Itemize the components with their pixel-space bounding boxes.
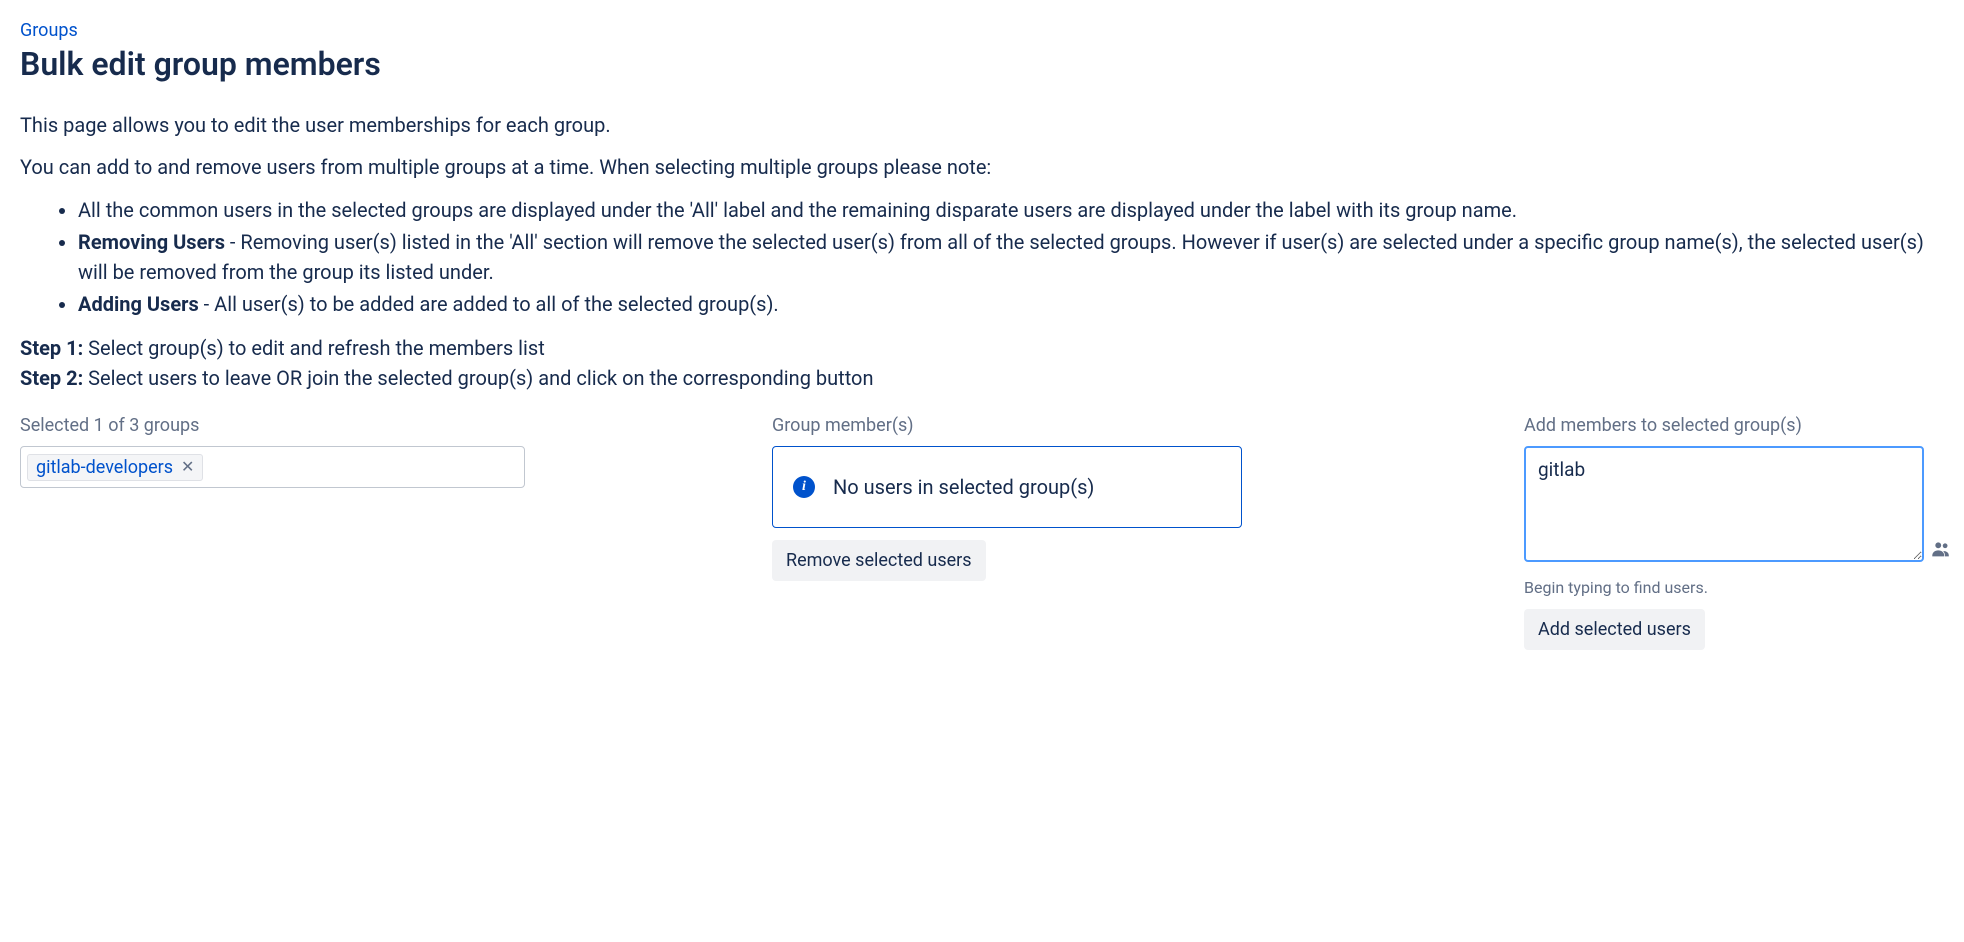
- intro-list: All the common users in the selected gro…: [78, 195, 1944, 319]
- intro-section: This page allows you to edit the user me…: [20, 111, 1944, 319]
- info-icon: i: [793, 476, 815, 498]
- removing-users-label: Removing Users: [78, 230, 225, 254]
- group-selector-column: Selected 1 of 3 groups gitlab-developers…: [20, 415, 732, 488]
- step-1-label: Step 1:: [20, 336, 83, 360]
- step-2-text: Select users to leave OR join the select…: [83, 366, 873, 390]
- intro-paragraph-1: This page allows you to edit the user me…: [20, 111, 1944, 139]
- page-title: Bulk edit group members: [20, 45, 1944, 83]
- remove-selected-users-button[interactable]: Remove selected users: [772, 540, 986, 581]
- intro-list-item-1: All the common users in the selected gro…: [78, 195, 1944, 225]
- intro-list-item-2: Removing Users - Removing user(s) listed…: [78, 227, 1944, 287]
- breadcrumb-groups-link[interactable]: Groups: [20, 20, 78, 41]
- steps-section: Step 1: Select group(s) to edit and refr…: [20, 333, 1944, 393]
- group-members-label: Group member(s): [772, 415, 1484, 436]
- selected-group-tag[interactable]: gitlab-developers ✕: [27, 454, 203, 481]
- step-2: Step 2: Select users to leave OR join th…: [20, 363, 1944, 393]
- group-selector-input[interactable]: gitlab-developers ✕: [20, 446, 525, 488]
- remove-tag-icon[interactable]: ✕: [179, 459, 196, 475]
- add-selected-users-button[interactable]: Add selected users: [1524, 609, 1705, 650]
- intro-list-item-3: Adding Users - All user(s) to be added a…: [78, 289, 1944, 319]
- intro-paragraph-2: You can add to and remove users from mul…: [20, 153, 1944, 181]
- empty-members-text: No users in selected group(s): [833, 475, 1094, 499]
- removing-users-text: - Removing user(s) listed in the 'All' s…: [78, 230, 1924, 284]
- step-1-text: Select group(s) to edit and refresh the …: [83, 336, 545, 360]
- group-members-column: Group member(s) i No users in selected g…: [772, 415, 1484, 581]
- people-icon[interactable]: [1930, 538, 1952, 560]
- empty-members-info: i No users in selected group(s): [772, 446, 1242, 528]
- step-1: Step 1: Select group(s) to edit and refr…: [20, 333, 1944, 363]
- add-members-input[interactable]: [1524, 446, 1924, 562]
- selected-group-tag-label: gitlab-developers: [36, 457, 173, 478]
- add-members-help-text: Begin typing to find users.: [1524, 578, 1944, 597]
- add-members-column: Add members to selected group(s) Begin t…: [1524, 415, 1944, 650]
- add-members-label: Add members to selected group(s): [1524, 415, 1944, 436]
- step-2-label: Step 2:: [20, 366, 83, 390]
- adding-users-label: Adding Users: [78, 292, 199, 316]
- form-columns: Selected 1 of 3 groups gitlab-developers…: [20, 415, 1944, 650]
- adding-users-text: - All user(s) to be added are added to a…: [199, 292, 779, 316]
- group-selector-label: Selected 1 of 3 groups: [20, 415, 732, 436]
